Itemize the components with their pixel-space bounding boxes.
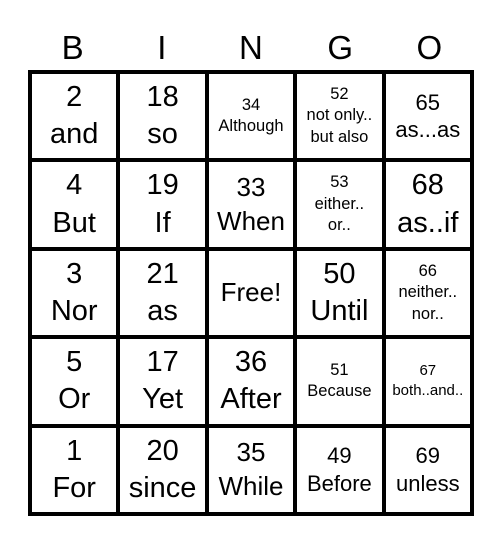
cell-text: either.. xyxy=(314,194,365,213)
cell-text: Or xyxy=(58,383,91,416)
bingo-cell-o-1[interactable]: 65 as...as xyxy=(383,72,472,161)
bingo-cell-i-2[interactable]: 19 If xyxy=(118,160,207,249)
bingo-cell-o-5[interactable]: 69 unless xyxy=(383,425,472,514)
bingo-cell-g-1[interactable]: 52 not only.. but also xyxy=(295,72,384,161)
cell-number: 67 xyxy=(419,362,437,380)
cell-text: Nor xyxy=(50,294,98,327)
bingo-cell-b-1[interactable]: 2 and xyxy=(30,72,119,161)
cell-text: as xyxy=(147,294,178,327)
bingo-card-grid: 2 and 18 so 34 Although 52 not only.. but also 65… xyxy=(28,70,474,516)
cell-text: But xyxy=(52,206,96,239)
cell-number: 17 xyxy=(146,346,179,379)
cell-text: but also xyxy=(310,127,369,146)
cell-text: so xyxy=(147,118,178,151)
cell-text: Until xyxy=(310,294,369,327)
cell-number: 3 xyxy=(66,257,83,290)
header-letter-b: B xyxy=(61,29,84,66)
bingo-cell-i-1[interactable]: 18 so xyxy=(118,72,207,161)
bingo-cell-i-4[interactable]: 17 Yet xyxy=(118,337,207,426)
cell-text: as...as xyxy=(395,117,461,143)
cell-number: 49 xyxy=(327,443,352,469)
cell-number: 1 xyxy=(66,434,83,467)
cell-number: 5 xyxy=(66,346,83,379)
cell-number: 33 xyxy=(236,171,266,202)
bingo-cell-b-2[interactable]: 4 But xyxy=(30,160,119,249)
bingo-cell-o-3[interactable]: 66 neither.. nor.. xyxy=(383,248,472,338)
cell-number: 50 xyxy=(323,257,356,290)
cell-number: 34 xyxy=(241,95,261,114)
bingo-cell-i-3[interactable]: 21 as xyxy=(118,248,207,338)
bingo-cell-g-5[interactable]: 49 Before xyxy=(295,425,384,514)
cell-number: 51 xyxy=(330,360,349,379)
cell-text: both..and.. xyxy=(392,382,464,400)
cell-number: 21 xyxy=(146,257,179,290)
bingo-cell-g-2[interactable]: 53 either.. or.. xyxy=(295,160,384,249)
cell-text: not only.. xyxy=(306,106,373,125)
cell-text: For xyxy=(52,471,96,504)
bingo-cell-n-2[interactable]: 33 When xyxy=(206,160,296,249)
cell-number: 35 xyxy=(236,437,266,467)
header-letter-i: I xyxy=(157,29,167,66)
cell-number: 66 xyxy=(418,261,437,280)
bingo-cell-n-1[interactable]: 34 Although xyxy=(206,72,296,161)
cell-number: 2 xyxy=(66,81,83,114)
cell-text: When xyxy=(217,205,285,236)
cell-text: Yet xyxy=(142,383,184,416)
cell-number: 19 xyxy=(146,169,179,202)
cell-text: nor.. xyxy=(411,304,444,323)
cell-number: 65 xyxy=(415,89,441,115)
cell-text: since xyxy=(128,471,197,504)
cell-number: 36 xyxy=(234,346,268,379)
cell-text: Because xyxy=(307,382,372,401)
cell-text: After xyxy=(220,383,282,416)
cell-text: neither.. xyxy=(398,283,458,302)
bingo-cell-o-4[interactable]: 67 both..and.. xyxy=(383,337,472,426)
cell-text: and xyxy=(50,118,99,151)
header-letter-o: O xyxy=(416,29,443,66)
cell-text: unless xyxy=(396,470,460,496)
cell-text: While xyxy=(218,470,284,501)
cell-text: or.. xyxy=(327,216,351,235)
bingo-header: B I N G O xyxy=(28,26,474,70)
bingo-cell-b-3[interactable]: 3 Nor xyxy=(30,248,119,338)
cell-text: as..if xyxy=(397,206,459,239)
bingo-cell-b-5[interactable]: 1 For xyxy=(30,425,119,514)
bingo-cell-o-2[interactable]: 68 as..if xyxy=(383,160,472,249)
cell-number: 69 xyxy=(415,443,441,469)
cell-text: If xyxy=(154,206,171,239)
bingo-cell-n-5[interactable]: 35 While xyxy=(206,425,296,514)
bingo-cell-n-4[interactable]: 36 After xyxy=(206,337,296,426)
bingo-cell-i-5[interactable]: 20 since xyxy=(118,425,207,514)
cell-number: 18 xyxy=(146,81,179,114)
cell-text: Although xyxy=(218,117,284,136)
bingo-cell-b-4[interactable]: 5 Or xyxy=(30,337,119,426)
cell-number: 53 xyxy=(330,173,349,192)
header-letter-g: G xyxy=(327,29,353,66)
cell-number: 4 xyxy=(66,169,83,202)
bingo-cell-n-3[interactable]: Free! xyxy=(206,248,296,338)
bingo-cell-g-4[interactable]: 51 Because xyxy=(295,337,384,426)
header-letter-n: N xyxy=(239,29,263,66)
cell-text: Free! xyxy=(220,277,282,308)
bingo-cell-g-3[interactable]: 50 Until xyxy=(295,248,384,338)
cell-number: 20 xyxy=(146,434,179,467)
cell-number: 52 xyxy=(330,85,349,104)
cell-number: 68 xyxy=(411,169,444,202)
cell-text: Before xyxy=(306,470,372,496)
